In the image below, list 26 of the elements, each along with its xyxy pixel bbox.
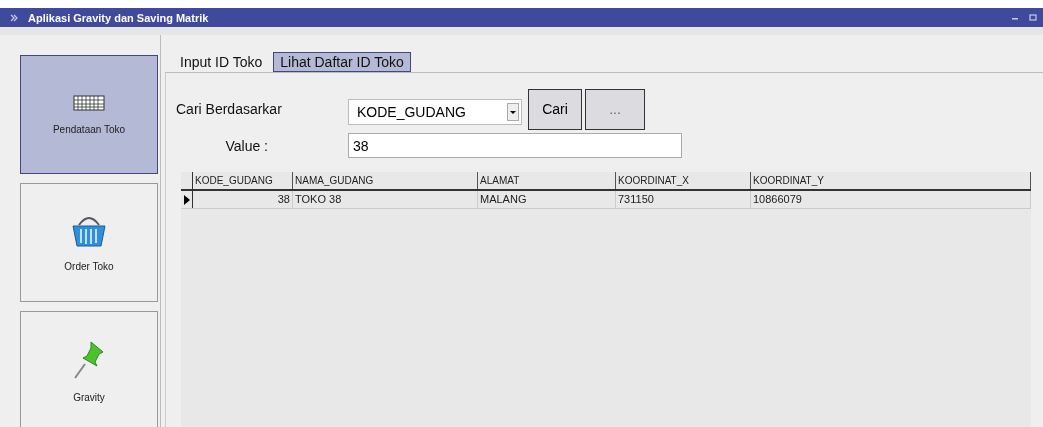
column-header[interactable]: KODE_GUDANG — [193, 172, 293, 189]
value-input[interactable]: 38 — [348, 133, 682, 158]
column-header[interactable]: KOORDINAT_Y — [751, 172, 1031, 189]
table-cell: 731150 — [616, 191, 751, 208]
column-header[interactable]: NAMA_GUDANG — [293, 172, 478, 189]
keyboard-icon — [73, 94, 105, 112]
app-icon — [10, 13, 18, 22]
table-cell: TOKO 38 — [293, 191, 478, 208]
sidebar-button[interactable]: Order Toko — [20, 183, 158, 302]
column-header[interactable]: KOORDINAT_X — [616, 172, 751, 189]
window-title: Aplikasi Gravity dan Saving Matrik — [28, 11, 209, 24]
caret-icon — [507, 103, 519, 121]
tab[interactable]: Lihat Daftar ID Toko — [273, 52, 411, 72]
table-cell: 10866079 — [751, 191, 1031, 208]
sidebar-button[interactable]: Pendataan Toko — [20, 55, 158, 174]
search-button[interactable]: Cari — [528, 88, 582, 130]
field-dropdown[interactable]: KODE_GUDANG — [348, 99, 522, 125]
maximize-icon[interactable] — [1029, 13, 1037, 22]
more-button[interactable]: ... — [585, 88, 645, 130]
column-header[interactable]: ALAMAT — [478, 172, 616, 189]
tab[interactable]: Input ID Toko — [173, 52, 270, 72]
table-cell: 38 — [193, 191, 293, 208]
table-cell: MALANG — [478, 191, 616, 208]
search-by-label: Cari Berdasarkar — [176, 101, 283, 117]
value-label: Value : — [224, 137, 269, 154]
sidebar-button[interactable]: Gravity — [20, 311, 158, 427]
